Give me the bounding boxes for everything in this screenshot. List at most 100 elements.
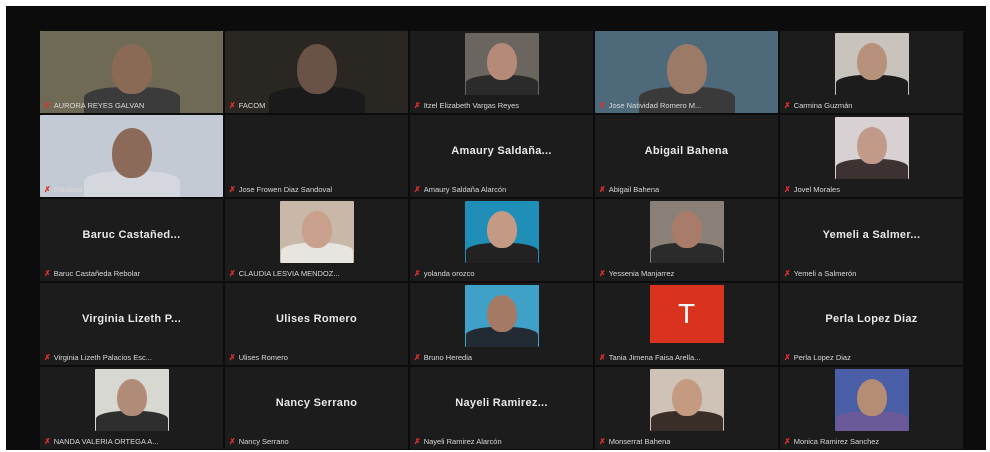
participant-face (486, 42, 517, 81)
participant-name-label: Jose Natividad Romero M... (608, 101, 702, 110)
participant-face (486, 294, 517, 333)
participant-tile[interactable]: ✗ Yessenia Manjarrez (595, 199, 778, 281)
participant-tile[interactable]: ✗ CLAUDIA LESVIA MENDOZ... (225, 199, 408, 281)
mic-muted-icon: ✗ (784, 185, 791, 194)
participant-tile[interactable]: Nancy Serrano ✗ Nancy Serrano (225, 367, 408, 449)
participant-video (649, 201, 724, 263)
participant-tile[interactable]: ✗ Monica Ramirez Sanchez (780, 367, 963, 449)
participant-tile[interactable]: ✗ Itzel Elizabeth Vargas Reyes (410, 31, 593, 113)
participant-display-name: Ulises Romero (276, 313, 357, 325)
mic-muted-icon: ✗ (44, 269, 51, 278)
participant-tile[interactable]: Ulises Romero ✗ Ulises Romero (225, 283, 408, 365)
participant-name-label: Nayeli Ramirez Alarcón (423, 437, 502, 446)
mic-muted-icon: ✗ (599, 353, 606, 362)
participant-tile[interactable]: Yemeli a Salmer... ✗ Yemeli a Salmerón (780, 199, 963, 281)
participant-tile[interactable]: ✗ Carmina Guzmán (780, 31, 963, 113)
participant-face (856, 126, 887, 165)
participant-name-tag: ✗ Itzel Elizabeth Vargas Reyes (414, 101, 589, 110)
participant-name-label: Carmina Guzmán (793, 101, 853, 110)
participant-name-label: Amaury Saldaña Alarcón (423, 185, 507, 194)
participant-name-label: Virginia Lizeth Palacios Esc... (53, 353, 152, 362)
participant-name-tag: ✗ Carmina Guzmán (784, 101, 959, 110)
participant-face (671, 378, 702, 417)
participant-tile[interactable]: ✗ yolanda orozco (410, 199, 593, 281)
mic-muted-icon: ✗ (44, 185, 51, 194)
mic-muted-icon: ✗ (229, 437, 236, 446)
participant-name-label: Abigail Bahena (608, 185, 660, 194)
participant-name-label: NANDA VALERIA ORTEGA A... (53, 437, 159, 446)
participant-tile[interactable]: ✗ Bruno Heredia (410, 283, 593, 365)
mic-muted-icon: ✗ (784, 269, 791, 278)
participant-tile[interactable]: Nayeli Ramirez... ✗ Nayeli Ramirez Alarcón (410, 367, 593, 449)
participant-tile[interactable]: ✗ NANDA VALERIA ORTEGA A... (40, 367, 223, 449)
participant-face (111, 44, 152, 95)
participant-name-label: FACOM (238, 101, 266, 110)
participant-name-tag: ✗ FACOM (229, 101, 404, 110)
participant-face (301, 210, 332, 249)
participant-name-label: Yessenia Manjarrez (608, 269, 675, 278)
participant-tile[interactable]: ✗ Jose Natividad Romero M... (595, 31, 778, 113)
participant-name-label: Eduardo Zamora (53, 185, 110, 194)
participant-face (116, 378, 147, 417)
participant-name-tag: ✗ Yessenia Manjarrez (599, 269, 774, 278)
participant-name-tag: ✗ Monica Ramirez Sanchez (784, 437, 959, 446)
participant-video (94, 369, 169, 431)
participant-name-tag: ✗ Monserrat Bahena (599, 437, 774, 446)
participant-tile[interactable]: ✗ AURORA REYES GALVAN (40, 31, 223, 113)
participant-name-tag: ✗ Nancy Serrano (229, 437, 404, 446)
participant-display-name: Nancy Serrano (275, 397, 358, 409)
mic-muted-icon: ✗ (599, 269, 606, 278)
participant-tile[interactable]: Perla Lopez Diaz ✗ Perla Lopez Diaz (780, 283, 963, 365)
mic-muted-icon: ✗ (599, 185, 606, 194)
participant-tile[interactable]: Virginia Lizeth P... ✗ Virginia Lizeth Pal… (40, 283, 223, 365)
participant-display-name: Abigail Bahena (644, 145, 729, 157)
participant-tile[interactable]: ✗ Jose Frowen Diaz Sandoval (225, 115, 408, 197)
mic-muted-icon: ✗ (229, 185, 236, 194)
participant-video (464, 33, 539, 95)
participant-name-tag: ✗ Perla Lopez Diaz (784, 353, 959, 362)
participant-tile[interactable]: T ✗ Tania Jimena Faisa Arella... (595, 283, 778, 365)
mic-muted-icon: ✗ (414, 185, 421, 194)
participant-tile[interactable]: Baruc Castañed... ✗ Baruc Castañeda Rebola… (40, 199, 223, 281)
participant-name-tag: ✗ Eduardo Zamora (44, 185, 219, 194)
participant-tile[interactable]: ✗ Monserrat Bahena (595, 367, 778, 449)
participant-tile[interactable]: Amaury Saldaña... ✗ Amaury Saldaña Alarcón (410, 115, 593, 197)
mic-muted-icon: ✗ (44, 353, 51, 362)
participant-tile[interactable]: ✗ Jovel Morales (780, 115, 963, 197)
participant-display-name: Baruc Castañed... (82, 229, 181, 241)
participant-face (856, 378, 887, 417)
participant-name-tag: ✗ Ulises Romero (229, 353, 404, 362)
participant-face (856, 42, 887, 81)
participant-name-tag: ✗ Yemeli a Salmerón (784, 269, 959, 278)
participant-name-label: Perla Lopez Diaz (793, 353, 851, 362)
participant-tile[interactable]: ✗ FACOM (225, 31, 408, 113)
participant-display-name: Nayeli Ramirez... (455, 397, 548, 409)
participant-name-tag: ✗ Amaury Saldaña Alarcón (414, 185, 589, 194)
participant-video (649, 369, 724, 431)
participant-display-name: Virginia Lizeth P... (81, 313, 182, 325)
participant-video (834, 33, 909, 95)
mic-muted-icon: ✗ (229, 353, 236, 362)
participant-avatar: T (649, 285, 724, 343)
participant-face (671, 210, 702, 249)
participant-tile[interactable]: ✗ Eduardo Zamora (40, 115, 223, 197)
participant-name-label: Itzel Elizabeth Vargas Reyes (423, 101, 520, 110)
mic-muted-icon: ✗ (229, 101, 236, 110)
participant-name-label: Monica Ramirez Sanchez (793, 437, 880, 446)
participant-video (464, 201, 539, 263)
participant-face (486, 210, 517, 249)
mic-muted-icon: ✗ (414, 353, 421, 362)
participant-name-label: Tania Jimena Faisa Arella... (608, 353, 701, 362)
participant-tile[interactable]: Abigail Bahena ✗ Abigail Bahena (595, 115, 778, 197)
meeting-window: ✗ AURORA REYES GALVAN ✗ FACOM ✗ Itzel Elizabe… (6, 6, 986, 450)
participant-name-label: AURORA REYES GALVAN (53, 101, 145, 110)
participant-name-label: Yemeli a Salmerón (793, 269, 857, 278)
participant-name-tag: ✗ Jose Natividad Romero M... (599, 101, 774, 110)
participant-name-label: yolanda orozco (423, 269, 475, 278)
mic-muted-icon: ✗ (784, 353, 791, 362)
participant-name-tag: ✗ AURORA REYES GALVAN (44, 101, 219, 110)
participant-video (279, 201, 354, 263)
participant-name-tag: ✗ Baruc Castañeda Rebolar (44, 269, 219, 278)
participant-name-label: Monserrat Bahena (608, 437, 671, 446)
participant-video (464, 285, 539, 347)
